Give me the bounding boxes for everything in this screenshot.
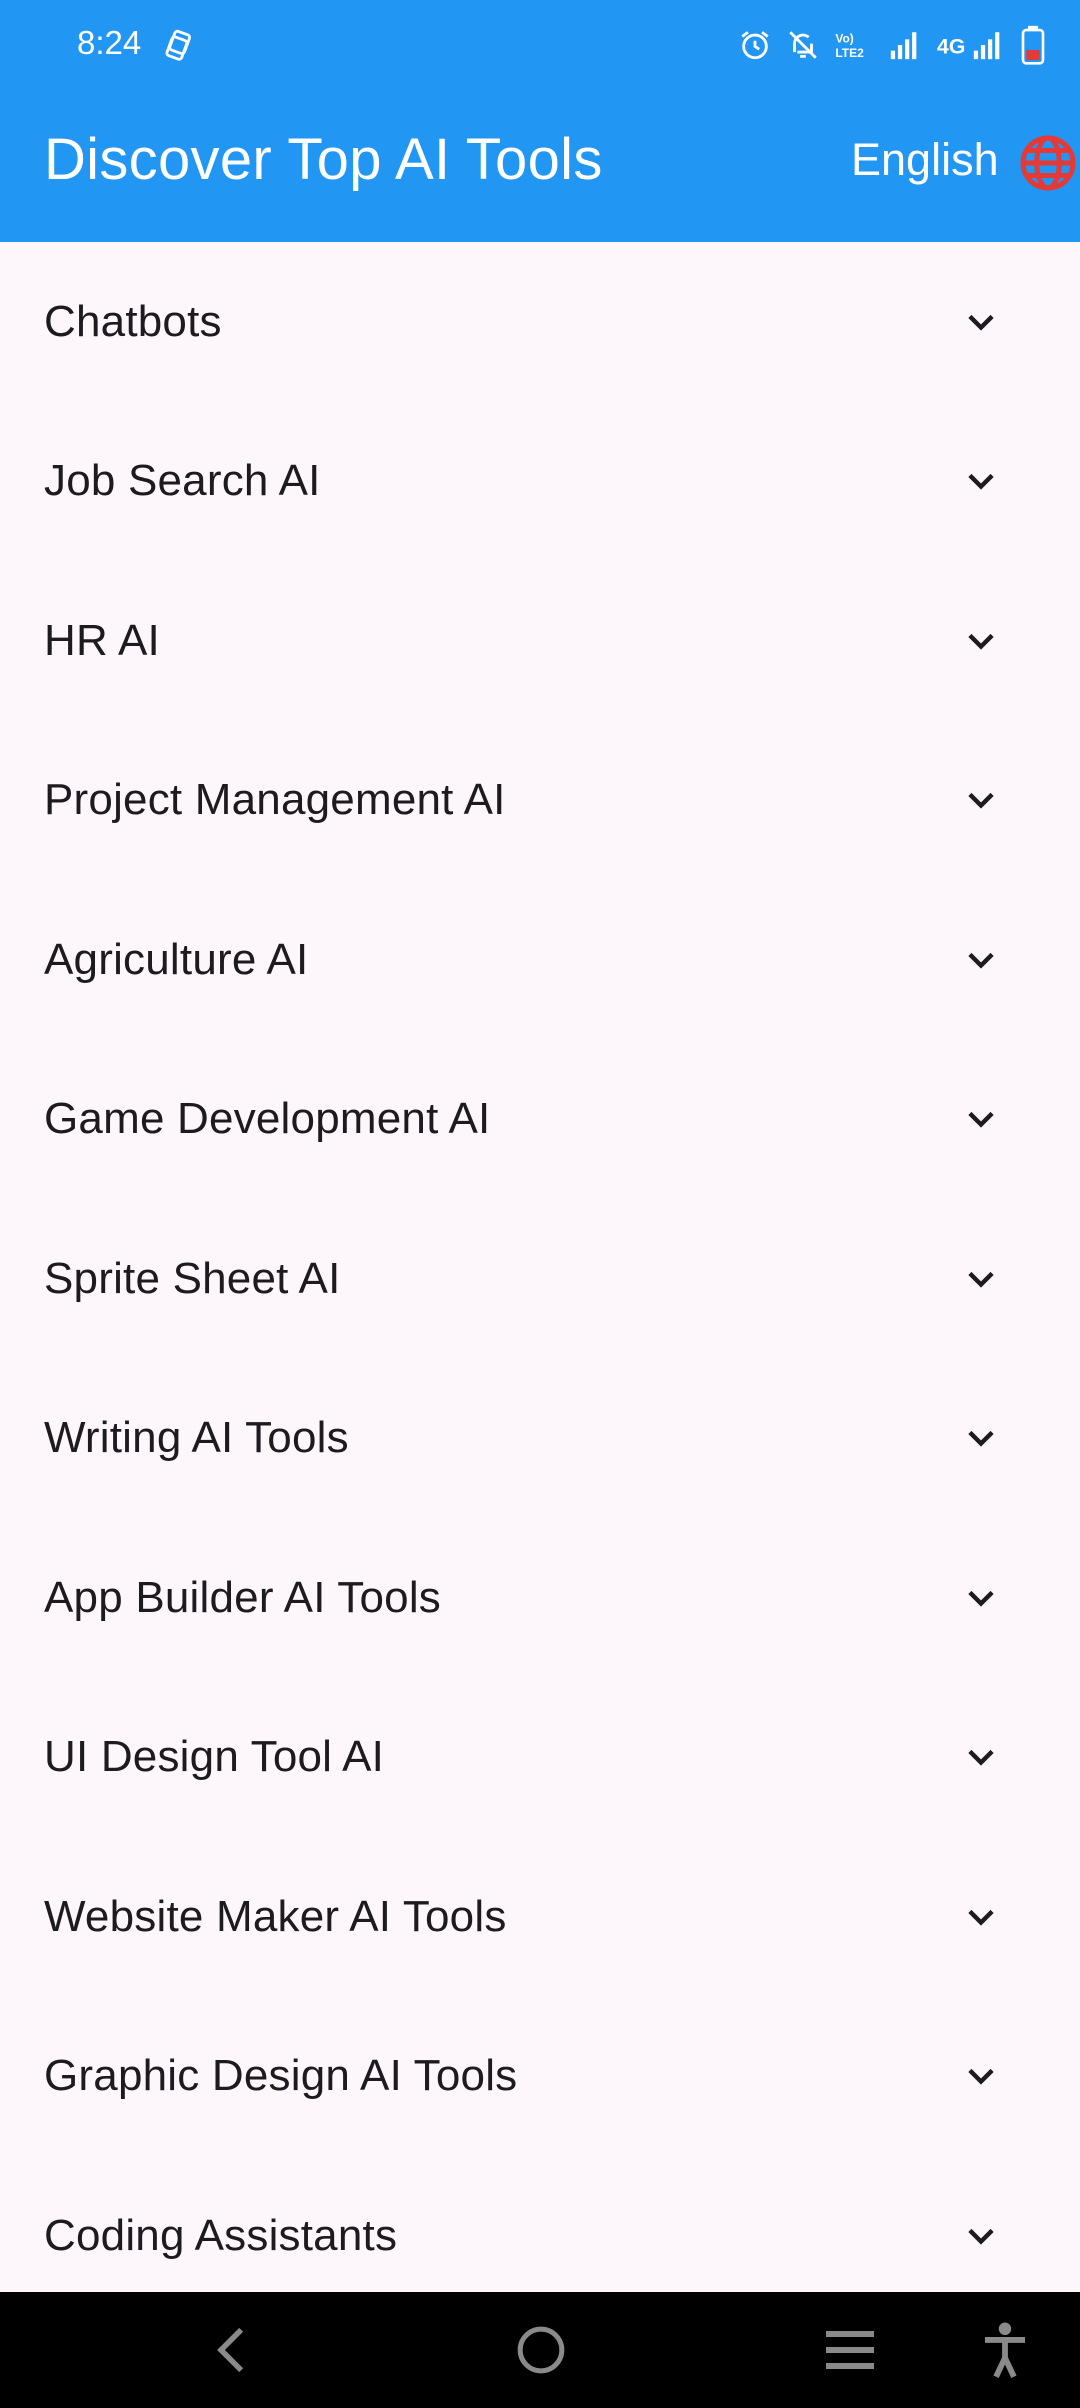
chevron-down-icon[interactable] (962, 1579, 1000, 1617)
category-label: Website Maker AI Tools (44, 1891, 507, 1941)
category-label: Game Development AI (44, 1094, 491, 1144)
category-graphic-design-ai-tools[interactable]: Graphic Design AI Tools (0, 1997, 1080, 2157)
chevron-down-icon[interactable] (962, 1898, 1000, 1936)
category-ui-design-tool-ai[interactable]: UI Design Tool AI (0, 1678, 1080, 1838)
category-chatbots[interactable]: Chatbots (0, 242, 1080, 402)
accessibility-icon[interactable] (980, 2321, 1030, 2379)
sync-icon (165, 29, 191, 61)
category-job-search-ai[interactable]: Job Search AI (0, 402, 1080, 562)
category-label: App Builder AI Tools (44, 1572, 441, 1622)
alarm-icon (741, 31, 769, 60)
status-bar: 8:24 Vo) LTE2 4G (0, 0, 1080, 90)
category-label: HR AI (44, 615, 160, 665)
volte-lte2-icon: Vo) LTE2 (835, 31, 864, 60)
globe-icon[interactable] (1018, 133, 1078, 193)
signal-icon (890, 32, 917, 60)
back-icon[interactable] (210, 2324, 254, 2376)
category-game-development-ai[interactable]: Game Development AI (0, 1040, 1080, 1200)
chevron-down-icon[interactable] (962, 622, 1000, 660)
chevron-down-icon[interactable] (962, 2217, 1000, 2255)
category-sprite-sheet-ai[interactable]: Sprite Sheet AI (0, 1199, 1080, 1359)
category-label: Graphic Design AI Tools (44, 2051, 518, 2101)
status-time: 8:24 (77, 24, 142, 61)
chevron-down-icon[interactable] (962, 462, 1000, 500)
svg-text:Vo): Vo) (835, 31, 853, 45)
chevron-down-icon[interactable] (962, 1738, 1000, 1776)
category-agriculture-ai[interactable]: Agriculture AI (0, 880, 1080, 1040)
network-4g-signal-icon: 4G (937, 32, 1000, 60)
category-label: Sprite Sheet AI (44, 1253, 341, 1303)
category-label: Job Search AI (44, 456, 321, 506)
chevron-down-icon[interactable] (962, 2057, 1000, 2095)
chevron-down-icon[interactable] (962, 781, 1000, 819)
chevron-down-icon[interactable] (962, 1100, 1000, 1138)
category-label: Coding Assistants (44, 2210, 398, 2260)
chevron-down-icon[interactable] (962, 303, 1000, 341)
svg-text:4G: 4G (937, 35, 965, 59)
home-icon[interactable] (516, 2325, 566, 2375)
app-bar: Discover Top AI Tools English (0, 90, 1080, 242)
category-label: Agriculture AI (44, 934, 309, 984)
category-coding-assistants[interactable]: Coding Assistants (0, 2156, 1080, 2292)
category-label: Chatbots (44, 296, 222, 346)
page-title: Discover Top AI Tools (44, 127, 603, 192)
recents-icon[interactable] (824, 2328, 876, 2372)
bell-off-icon (789, 31, 817, 59)
language-selector-label[interactable]: English (851, 134, 999, 186)
svg-text:LTE2: LTE2 (835, 46, 864, 60)
category-website-maker-ai-tools[interactable]: Website Maker AI Tools (0, 1837, 1080, 1997)
category-list: Chatbots Job Search AI HR AI Project Man… (0, 242, 1080, 2292)
chevron-down-icon[interactable] (962, 1260, 1000, 1298)
chevron-down-icon[interactable] (962, 1419, 1000, 1457)
category-label: UI Design Tool AI (44, 1732, 385, 1782)
category-label: Writing AI Tools (44, 1413, 349, 1463)
system-nav-bar (0, 2292, 1080, 2408)
category-project-management-ai[interactable]: Project Management AI (0, 721, 1080, 881)
category-app-builder-ai-tools[interactable]: App Builder AI Tools (0, 1518, 1080, 1678)
battery-low-icon (1021, 25, 1045, 65)
status-icons: Vo) LTE2 4G (738, 22, 1046, 68)
category-hr-ai[interactable]: HR AI (0, 561, 1080, 721)
chevron-down-icon[interactable] (962, 941, 1000, 979)
category-label: Project Management AI (44, 775, 506, 825)
category-writing-ai-tools[interactable]: Writing AI Tools (0, 1359, 1080, 1519)
